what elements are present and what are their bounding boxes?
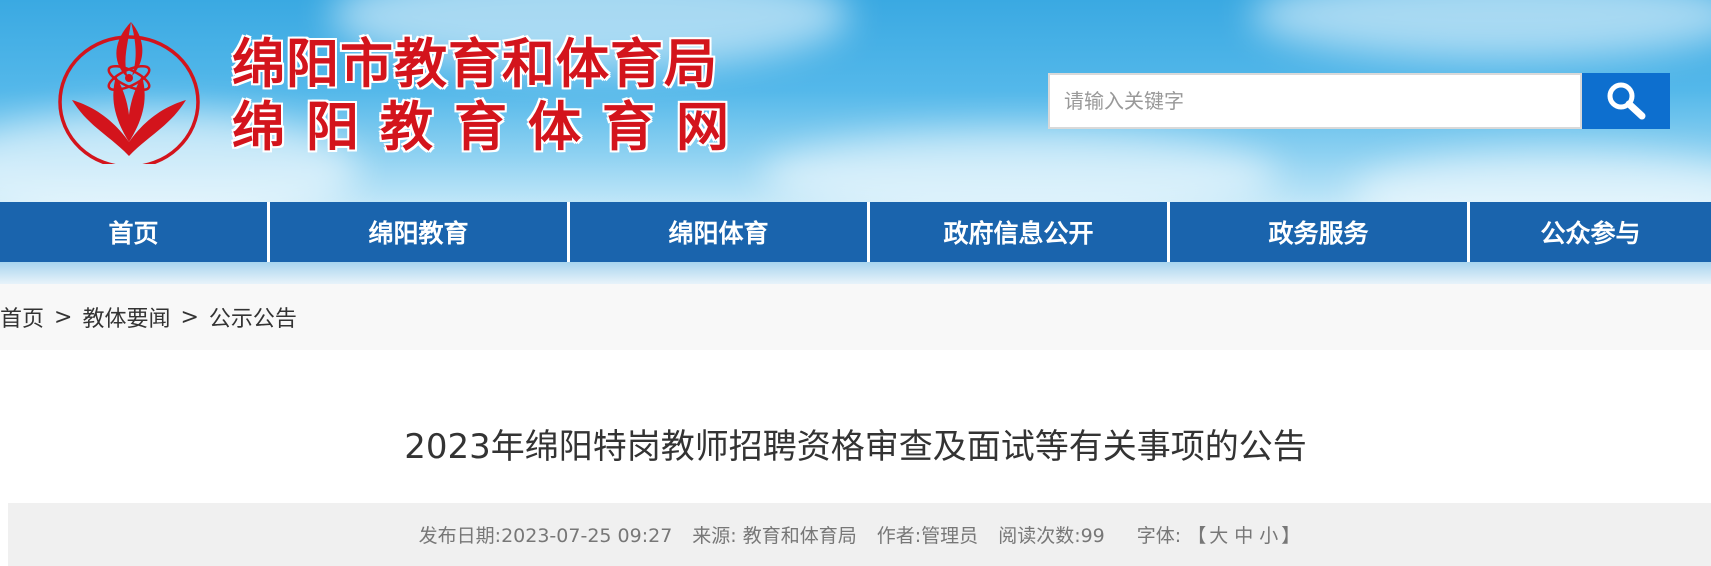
nav-item-gov-info-disclosure[interactable]: 政府信息公开 — [870, 202, 1170, 262]
site-title-line2: 绵阳教育体育网 — [232, 97, 750, 158]
font-size-label: 字体: — [1136, 525, 1182, 547]
nav-item-mianyang-sports[interactable]: 绵阳体育 — [570, 202, 870, 262]
font-size-small-button[interactable]: 小 — [1259, 525, 1278, 547]
main-nav: 首页 绵阳教育 绵阳体育 政府信息公开 政务服务 公众参与 — [0, 202, 1711, 262]
publish-date-value: 2023-07-25 09:27 — [501, 525, 673, 547]
site-header: 绵阳市教育和体育局 绵阳教育体育网 — [0, 0, 1711, 202]
search-input[interactable] — [1048, 73, 1582, 129]
publish-date: 发布日期:2023-07-25 09:27 — [419, 521, 673, 548]
search-icon — [1607, 82, 1646, 120]
view-count-label: 阅读次数: — [998, 525, 1081, 547]
header-cloud — [1250, 0, 1711, 60]
view-count-value: 99 — [1080, 525, 1105, 547]
nav-item-home[interactable]: 首页 — [0, 202, 270, 262]
article-meta: 发布日期:2023-07-25 09:27 来源: 教育和体育局 作者:管理员 … — [8, 503, 1711, 566]
header-cloud — [760, 130, 1280, 202]
font-size-large-button[interactable]: 大 — [1209, 525, 1228, 547]
search-box — [1048, 73, 1670, 129]
page: 绵阳市教育和体育局 绵阳教育体育网 首页 绵阳教育 绵阳体育 政府信息公开 政务… — [0, 0, 1711, 566]
font-size-medium-button[interactable]: 中 — [1234, 525, 1253, 547]
breadcrumb-home[interactable]: 首页 — [0, 301, 44, 333]
author-label: 作者: — [876, 525, 922, 547]
source-value: 教育和体育局 — [742, 525, 857, 547]
view-count: 阅读次数:99 — [998, 521, 1105, 548]
header-cloud — [1350, 150, 1711, 202]
breadcrumb-separator: > — [54, 304, 73, 330]
search-button[interactable] — [1582, 73, 1670, 129]
breadcrumb-separator: > — [180, 304, 199, 330]
nav-item-mianyang-education[interactable]: 绵阳教育 — [270, 202, 570, 262]
breadcrumb-announcements[interactable]: 公示公告 — [209, 301, 297, 333]
mianyang-education-emblem-icon[interactable] — [52, 14, 202, 164]
nav-item-public-participation[interactable]: 公众参与 — [1470, 202, 1711, 262]
site-title[interactable]: 绵阳市教育和体育局 绵阳教育体育网 — [232, 38, 750, 154]
font-size-control: 字体: 【大中小】 — [1137, 521, 1301, 548]
breadcrumb: 首页 > 教体要闻 > 公示公告 — [0, 284, 1711, 350]
source: 来源: 教育和体育局 — [692, 521, 856, 548]
breadcrumb-news[interactable]: 教体要闻 — [82, 301, 170, 333]
nav-item-gov-services[interactable]: 政务服务 — [1170, 202, 1470, 262]
article-title: 2023年绵阳特岗教师招聘资格审查及面试等有关事项的公告 — [404, 427, 1307, 467]
author-value: 管理员 — [921, 525, 979, 547]
font-size-bracket-open: 【 — [1187, 525, 1207, 547]
author: 作者:管理员 — [877, 521, 978, 548]
site-title-line1: 绵阳市教育和体育局 — [232, 34, 718, 95]
publish-date-label: 发布日期: — [418, 525, 502, 547]
source-label: 来源: — [692, 525, 737, 547]
nav-shadow — [0, 262, 1711, 284]
font-size-bracket-close: 】 — [1281, 525, 1301, 547]
